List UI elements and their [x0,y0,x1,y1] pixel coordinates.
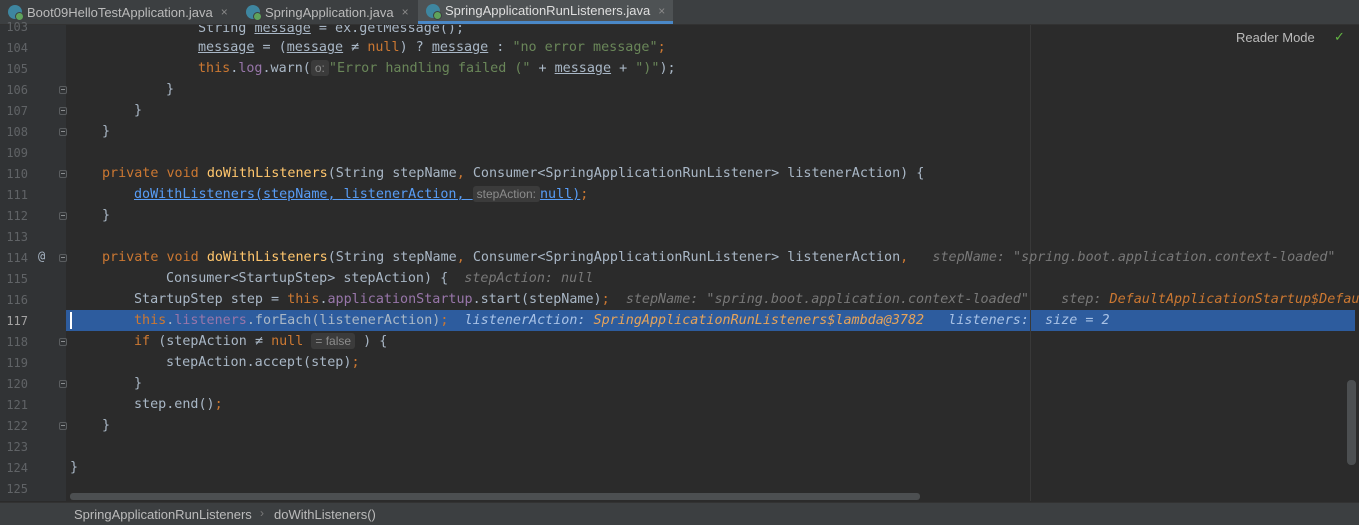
line-number: 116 [6,293,28,307]
code-line-105: this.log.warn(o: "Error handling failed (… [198,60,676,76]
line-number: 125 [6,482,28,496]
line-number: 111 [6,188,28,202]
debug-inline-value: listenerAction: [464,313,594,328]
spring-class-icon [8,5,24,21]
line-number-gutter[interactable]: 103 104 105 106 107 108 109 110 111 112 … [0,20,67,501]
line-number-current: 117 [6,314,28,328]
tab-boot09hellotestapplication[interactable]: Boot09HelloTestApplication.java × [8,0,228,24]
parameter-hint: stepAction: [472,186,540,202]
code-line-112: } [102,208,111,223]
line-number: 114 [6,251,28,265]
editor-tab-bar: Boot09HelloTestApplication.java × Spring… [0,0,1359,25]
line-number: 104 [6,41,28,55]
line-number: 112 [6,209,28,223]
line-number: 121 [6,398,28,412]
code-line-107: } [134,103,143,118]
debug-inline-value: stepAction: null [464,271,594,286]
code-line-120: } [134,376,143,391]
breadcrumb: SpringApplicationRunListeners › doWithLi… [0,502,1359,525]
code-line-104: message = (message ≠ null) ? message : "… [198,40,666,55]
inspection-ok-icon[interactable]: ✓ [1334,30,1345,45]
tab-label: Boot09HelloTestApplication.java [27,4,213,20]
vertical-scrollbar[interactable] [1347,380,1356,465]
line-number: 110 [6,167,28,181]
code-line-118: if (stepAction ≠ null = false ) { [134,333,388,349]
line-number: 123 [6,440,28,454]
tab-springapplicationrunlisteners[interactable]: SpringApplicationRunListeners.java × [418,0,674,24]
reader-mode-toggle[interactable]: Reader Mode [1236,30,1315,45]
code-line-117-current: this.listeners.forEach(listenerAction); … [134,313,1110,328]
line-number: 109 [6,146,28,160]
line-number: 118 [6,335,28,349]
override-marker-icon[interactable]: @ [38,249,45,263]
breadcrumb-method[interactable]: doWithListeners() [274,507,376,522]
line-number: 105 [6,62,28,76]
close-icon[interactable]: × [402,5,409,19]
tab-springapplication[interactable]: SpringApplication.java × [246,0,409,24]
breadcrumb-separator-icon: › [260,506,264,520]
code-line-115: Consumer<StartupStep> stepAction) { step… [166,271,594,286]
line-number: 122 [6,419,28,433]
code-line-108: } [102,124,111,139]
parameter-hint: o: [310,60,329,76]
line-number: 108 [6,125,28,139]
code-line-122: } [102,418,111,433]
code-editor[interactable]: String message = ex.getMessage(); messag… [66,25,1359,501]
close-icon[interactable]: × [658,4,665,18]
code-line-119: stepAction.accept(step); [166,355,360,370]
code-line-106: } [166,82,175,97]
code-line-121: step.end(); [134,397,223,412]
inline-value-hint: = false [311,333,356,349]
line-number: 124 [6,461,28,475]
line-number: 113 [6,230,28,244]
breadcrumb-class[interactable]: SpringApplicationRunListeners [74,507,252,522]
code-line-111: doWithListeners(stepName, listenerAction… [134,186,589,202]
line-number: 120 [6,377,28,391]
debug-inline-value: stepName: "spring.boot.application.conte… [932,250,1336,265]
tab-label: SpringApplicationRunListeners.java [445,3,651,18]
debug-inline-value: stepName: "spring.boot.application.conte… [625,292,1029,307]
line-number: 103 [6,20,28,34]
code-line-124: } [70,460,79,475]
horizontal-scrollbar[interactable] [70,493,920,500]
code-line-116: StartupStep step = this.applicationStart… [134,292,1359,307]
line-number: 115 [6,272,28,286]
code-line-114: private void doWithListeners(String step… [102,250,1336,265]
line-number: 119 [6,356,28,370]
spring-class-icon [246,5,262,21]
code-line-110: private void doWithListeners(String step… [102,166,925,181]
line-number: 106 [6,83,28,97]
spring-class-icon [426,3,442,20]
close-icon[interactable]: × [221,5,228,19]
tab-label: SpringApplication.java [265,4,394,20]
method-call-link[interactable]: doWithListeners(stepName [134,187,327,202]
line-number: 107 [6,104,28,118]
